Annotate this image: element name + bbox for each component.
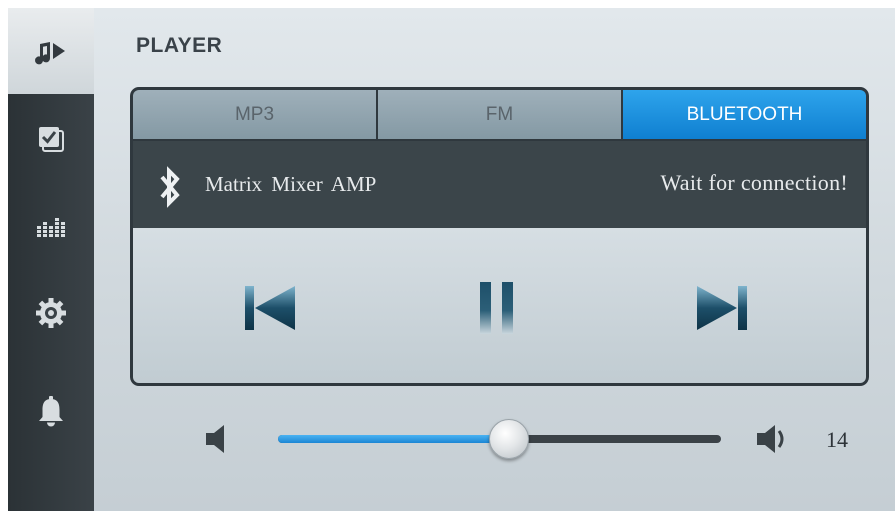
volume-value: 14 [826,427,848,452]
gear-icon [36,298,66,328]
pause-icon [480,282,513,334]
sidebar-item-settings[interactable] [8,270,94,356]
tab-bluetooth[interactable]: BLUETOOTH [623,90,866,141]
playback-controls [133,228,866,383]
volume-slider-knob[interactable] [489,419,530,459]
skip-previous-icon [245,286,295,330]
player-panel: MP3 FM BLUETOOTH Matrix Mixer AMP Wait f… [130,87,869,386]
sidebar [8,8,94,511]
pause-button[interactable] [467,278,527,338]
music-player-icon [35,42,65,65]
sidebar-item-equalizer[interactable] [8,182,94,268]
volume-row: 14 [94,408,895,478]
tab-mp3[interactable]: MP3 [133,90,378,141]
connection-status: Wait for connection! [660,170,848,195]
previous-button[interactable] [241,278,301,338]
bluetooth-info-bar: Matrix Mixer AMP Wait for connection! [133,141,866,228]
volume-slider-fill [278,435,509,443]
bluetooth-icon [160,166,180,208]
sidebar-item-alarm[interactable] [8,368,94,454]
volume-slider[interactable] [278,419,721,459]
tab-fm[interactable]: FM [378,90,623,141]
page-title: PLAYER [136,34,223,57]
source-tabs: MP3 FM BLUETOOTH [133,90,866,141]
skip-next-icon [697,286,747,330]
next-button[interactable] [693,278,753,338]
sidebar-item-player[interactable] [8,8,94,94]
volume-high-icon[interactable] [754,422,790,456]
equalizer-icon [37,218,65,237]
main-content: PLAYER MP3 FM BLUETOOTH Matrix Mixer AMP… [94,8,895,511]
bell-icon [39,396,63,427]
volume-low-icon[interactable] [202,422,238,456]
player-screen: PLAYER MP3 FM BLUETOOTH Matrix Mixer AMP… [0,0,895,511]
device-name: Matrix Mixer AMP [205,172,377,196]
checklist-icon [39,127,64,152]
sidebar-item-tasks[interactable] [8,96,94,182]
